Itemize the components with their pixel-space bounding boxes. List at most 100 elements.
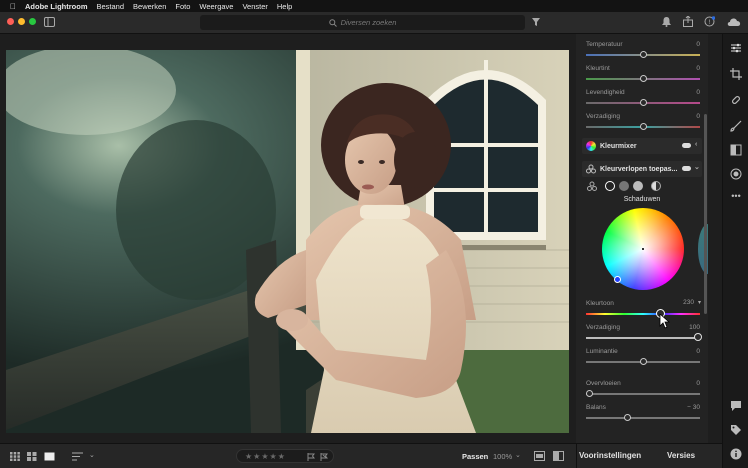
color-grading-toggle[interactable]: [682, 166, 691, 171]
comments-icon[interactable]: [730, 400, 742, 412]
tab-presets[interactable]: Voorinstellingen: [579, 451, 641, 460]
temperature-label: Temperatuur: [586, 41, 623, 48]
cloud-icon[interactable]: [727, 17, 741, 26]
blending-label: Overvloeien: [586, 380, 621, 387]
mouse-cursor-icon: [659, 314, 671, 329]
tint-value[interactable]: 0: [696, 65, 700, 72]
hue-slider[interactable]: [586, 313, 700, 315]
search-icon: [328, 18, 337, 27]
app-menu[interactable]: Adobe Lightroom: [25, 2, 88, 11]
menu-bestand[interactable]: Bestand: [97, 2, 125, 11]
radial-gradient-icon[interactable]: [730, 168, 742, 180]
global-mode-button[interactable]: [651, 181, 661, 191]
section-kleurmixer-title: Kleurmixer: [600, 142, 637, 150]
apple-icon[interactable]: : [10, 2, 16, 11]
keywords-tag-icon[interactable]: [730, 424, 742, 436]
luminance-value[interactable]: 0: [696, 348, 700, 355]
close-window-button[interactable]: [7, 18, 14, 25]
balance-slider[interactable]: [586, 417, 700, 419]
menu-bewerken[interactable]: Bewerken: [133, 2, 166, 11]
reject-flag-icon[interactable]: [320, 453, 328, 461]
tint-knob[interactable]: [640, 75, 647, 82]
section-color-grading[interactable]: Kleurverlopen toepas... ⌄: [582, 161, 702, 177]
zoom-chevron-icon[interactable]: ⌄: [515, 451, 521, 459]
highlights-mode-button[interactable]: [633, 181, 643, 191]
color-wheel[interactable]: [602, 208, 684, 290]
midtones-mode-button[interactable]: [619, 181, 629, 191]
menu-venster[interactable]: Venster: [242, 2, 267, 11]
linear-gradient-icon[interactable]: [730, 144, 742, 156]
chevron-left-icon[interactable]: ‹: [695, 141, 697, 148]
rating-flag-group: ★★★★★: [236, 449, 334, 463]
sidebar-toggle-icon[interactable]: [44, 17, 55, 27]
mode-label: Schaduwen: [623, 196, 661, 203]
hue-label: Kleurtoon: [586, 300, 614, 307]
tab-versions[interactable]: Versies: [667, 451, 695, 460]
fit-zoom-button[interactable]: Passen: [462, 452, 488, 461]
square-grid-view-icon[interactable]: [27, 452, 37, 461]
blending-slider[interactable]: [586, 393, 700, 395]
healing-icon[interactable]: [730, 94, 742, 106]
color-wheel-handle[interactable]: [614, 276, 621, 283]
temperature-value[interactable]: 0: [696, 41, 700, 48]
balance-knob[interactable]: [624, 414, 631, 421]
vibrance-label: Levendigheid: [586, 89, 625, 96]
menu-weergave[interactable]: Weergave: [199, 2, 233, 11]
chevron-down-icon[interactable]: ⌄: [694, 163, 700, 171]
flag-icon[interactable]: [307, 453, 315, 461]
luminance-knob[interactable]: [640, 358, 647, 365]
blending-knob[interactable]: [586, 390, 593, 397]
sort-icon[interactable]: [72, 452, 84, 461]
portrait-photo: [6, 50, 569, 433]
before-after-icon[interactable]: [553, 451, 564, 461]
sync-status-icon[interactable]: !: [704, 16, 715, 27]
info-icon[interactable]: [730, 448, 742, 460]
brush-icon[interactable]: [730, 120, 742, 132]
vibrance-value[interactable]: 0: [696, 89, 700, 96]
edit-sliders-icon[interactable]: [730, 42, 742, 54]
three-way-view-icon[interactable]: [587, 181, 597, 191]
hue-dropdown-icon[interactable]: ▾: [698, 299, 701, 306]
luminance-label: Luminantie: [586, 348, 618, 355]
bottom-toolbar: ⌄ ★★★★★ Passen 100% ⌄: [0, 443, 576, 468]
search-placeholder: Diversen zoeken: [340, 18, 397, 27]
hue-value[interactable]: 230: [683, 299, 694, 306]
filter-icon[interactable]: [532, 18, 540, 26]
tint-label: Kleurtint: [586, 65, 610, 72]
edit-panel: Temperatuur 0 Kleurtint 0 Levendigheid 0…: [576, 34, 708, 443]
compare-view-icon[interactable]: [534, 451, 545, 461]
grid-view-icon[interactable]: [10, 452, 20, 461]
search-input[interactable]: Diversen zoeken: [200, 15, 525, 30]
blending-value[interactable]: 0: [696, 380, 700, 387]
zoom-window-button[interactable]: [29, 18, 36, 25]
svg-text:!: !: [708, 19, 710, 26]
more-options-icon[interactable]: •••: [730, 190, 742, 202]
sort-chevron-icon[interactable]: ⌄: [89, 451, 95, 459]
saturation-global-value[interactable]: 0: [696, 113, 700, 120]
grading-saturation-knob[interactable]: [694, 333, 702, 341]
grading-saturation-value[interactable]: 100: [689, 324, 700, 331]
crop-icon[interactable]: [730, 68, 742, 80]
notifications-icon[interactable]: [662, 17, 671, 27]
saturation-global-knob[interactable]: [640, 123, 647, 130]
section-kleurmixer[interactable]: Kleurmixer ‹: [582, 138, 702, 154]
star-rating[interactable]: ★★★★★: [245, 452, 286, 461]
color-wheel-center-dot: [642, 248, 644, 250]
vibrance-knob[interactable]: [640, 99, 647, 106]
panel-tabs: Voorinstellingen Versies: [576, 443, 722, 468]
detail-view-icon[interactable]: [44, 452, 55, 461]
balance-value[interactable]: − 30: [687, 404, 700, 411]
menu-help[interactable]: Help: [277, 2, 292, 11]
section-color-grading-title: Kleurverlopen toepas...: [600, 165, 678, 173]
kleurmixer-toggle[interactable]: [682, 143, 691, 148]
share-icon[interactable]: [683, 16, 693, 27]
shadows-mode-button[interactable]: [605, 181, 615, 191]
temperature-knob[interactable]: [640, 51, 647, 58]
grading-saturation-slider[interactable]: [586, 337, 700, 339]
menu-foto[interactable]: Foto: [175, 2, 190, 11]
saturation-global-label: Verzadiging: [586, 113, 620, 120]
minimize-window-button[interactable]: [18, 18, 25, 25]
panel-scrollbar[interactable]: [704, 114, 707, 314]
zoom-percent-button[interactable]: 100%: [493, 452, 512, 461]
photo-canvas[interactable]: [6, 50, 569, 433]
